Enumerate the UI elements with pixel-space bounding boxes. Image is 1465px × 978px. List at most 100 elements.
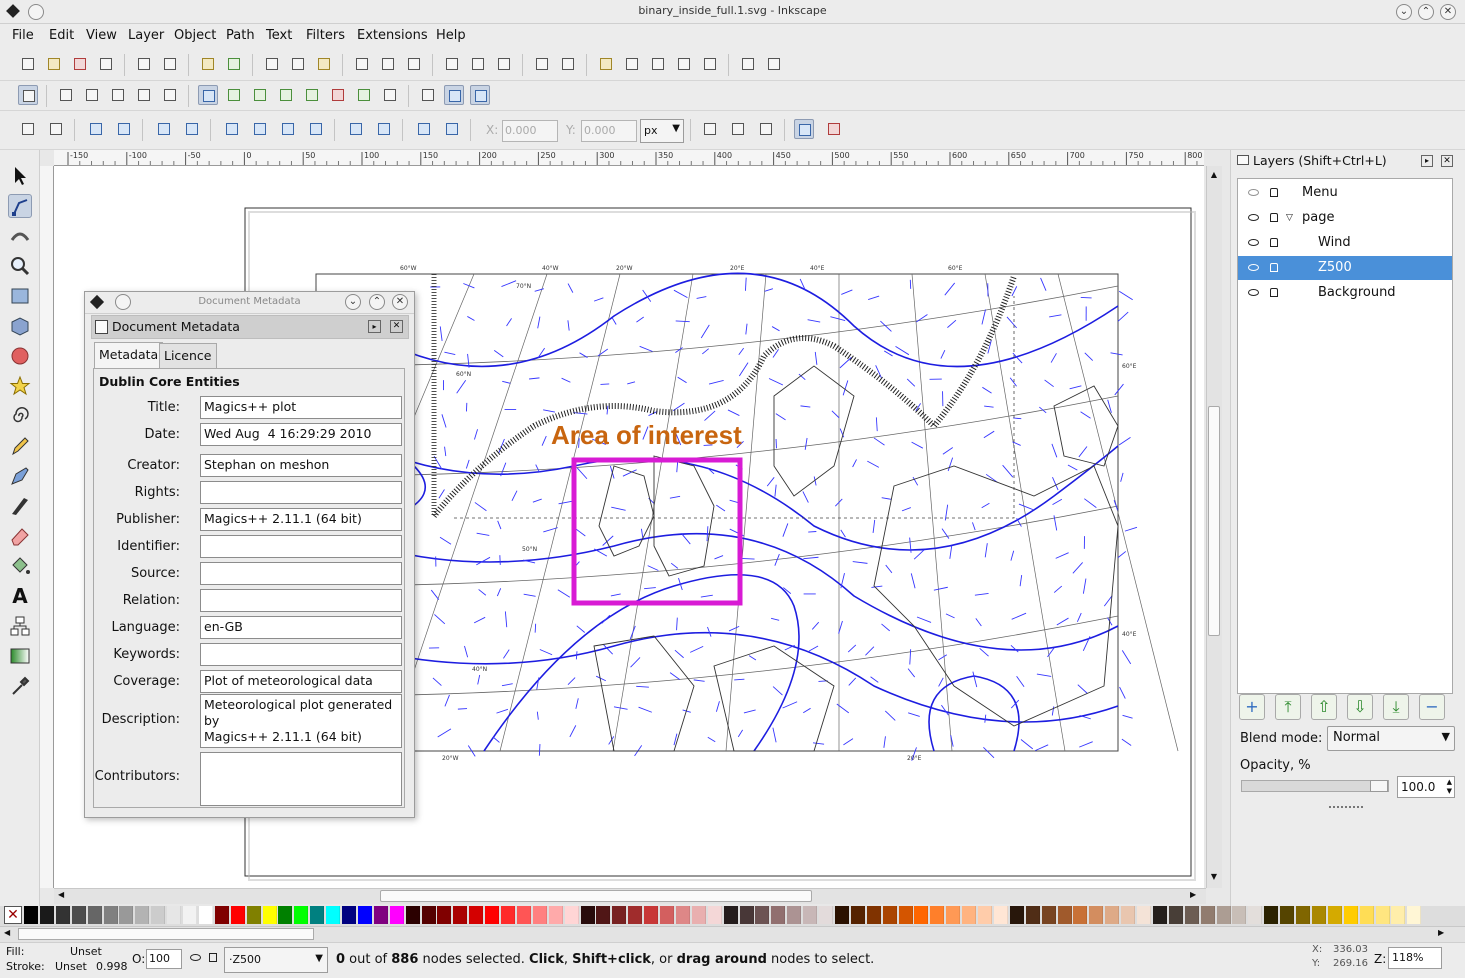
color-swatch[interactable] (1375, 906, 1390, 924)
zoom-selection-icon[interactable] (352, 54, 372, 74)
menu-path[interactable]: Path (226, 28, 255, 43)
color-swatch[interactable] (1359, 906, 1374, 924)
eraser-tool-icon[interactable] (8, 524, 32, 548)
tab-licence[interactable]: Licence (159, 343, 217, 368)
snap-paths-icon[interactable] (224, 85, 244, 105)
color-swatch[interactable] (993, 906, 1008, 924)
paste-icon[interactable] (314, 54, 334, 74)
segment-curve-icon[interactable] (374, 119, 394, 139)
snap-bbox-midpoint-icon[interactable] (134, 85, 154, 105)
paint-bucket-tool-icon[interactable] (8, 554, 32, 578)
print-icon[interactable] (96, 54, 116, 74)
color-swatch[interactable] (644, 906, 659, 924)
snap-object-center-icon[interactable] (354, 85, 374, 105)
color-swatch[interactable] (167, 906, 182, 924)
field-input-6[interactable] (200, 562, 402, 585)
color-swatch[interactable] (803, 906, 818, 924)
color-swatch[interactable] (771, 906, 786, 924)
color-swatch[interactable] (1343, 906, 1358, 924)
color-swatch[interactable] (707, 906, 722, 924)
color-swatch[interactable] (453, 906, 468, 924)
color-swatch[interactable] (1200, 906, 1215, 924)
text-font-icon[interactable] (622, 54, 642, 74)
color-swatch[interactable] (580, 906, 595, 924)
color-swatch[interactable] (24, 906, 38, 924)
palette-scrollbar[interactable]: ◀ ▶ (0, 926, 1465, 942)
opacity-slider-handle[interactable] (1370, 780, 1388, 792)
opacity-input[interactable]: 100.0 ▲ ▼ (1397, 776, 1455, 798)
color-swatch[interactable] (739, 906, 754, 924)
snap-bbox-icon[interactable] (56, 85, 76, 105)
lock-icon[interactable] (1270, 213, 1278, 222)
color-swatch[interactable] (516, 906, 531, 924)
color-swatch[interactable] (978, 906, 992, 924)
menu-extensions[interactable]: Extensions (357, 28, 428, 43)
dropper-tool-icon[interactable] (8, 674, 32, 698)
color-swatch[interactable] (421, 906, 436, 924)
eye-hidden-icon[interactable] (1248, 189, 1259, 196)
color-swatch[interactable] (1296, 906, 1310, 924)
color-swatch[interactable] (1232, 906, 1247, 924)
pencil-tool-icon[interactable] (8, 434, 32, 458)
add-layer-button[interactable]: + (1239, 694, 1265, 720)
snap-bbox-edge-icon[interactable] (82, 85, 102, 105)
field-input-9[interactable] (200, 643, 402, 666)
snap-toggle-icon[interactable] (18, 85, 38, 105)
ungroup-icon[interactable] (558, 54, 578, 74)
color-swatch[interactable] (103, 906, 118, 924)
group-icon[interactable] (532, 54, 552, 74)
color-swatch[interactable] (787, 906, 802, 924)
color-swatch[interactable] (612, 906, 627, 924)
document-metadata-dialog[interactable]: Document Metadata ⌄ ⌃ ✕ Document Metadat… (84, 291, 415, 818)
color-swatch[interactable] (1264, 906, 1279, 924)
color-swatch[interactable] (1391, 906, 1406, 924)
layers-list[interactable]: Menu ▽ page Wind Z500 Background (1237, 178, 1453, 694)
panel-resize-grip[interactable] (1329, 806, 1363, 810)
minimize-button[interactable]: ⌄ (1396, 4, 1412, 20)
x-coord-input[interactable]: 0.000 (502, 120, 558, 142)
edit-clip-path-icon[interactable] (728, 119, 748, 139)
snap-guides-icon[interactable] (470, 85, 490, 105)
color-swatch[interactable] (882, 906, 897, 924)
preferences-icon[interactable] (738, 54, 758, 74)
unlink-clone-icon[interactable] (494, 54, 514, 74)
pen-tool-icon[interactable] (8, 464, 32, 488)
color-swatch[interactable] (294, 906, 309, 924)
color-swatch[interactable] (1248, 906, 1263, 924)
undo-icon[interactable] (198, 54, 218, 74)
color-swatch[interactable] (1184, 906, 1199, 924)
color-swatch[interactable] (660, 906, 674, 924)
color-swatch[interactable] (1073, 906, 1088, 924)
duplicate-icon[interactable] (442, 54, 462, 74)
spiral-tool-icon[interactable] (8, 404, 32, 428)
color-swatch[interactable] (1121, 906, 1136, 924)
show-handles-icon[interactable] (794, 119, 814, 139)
raise-layer-to-top-button[interactable]: ⤒ (1275, 694, 1301, 720)
color-swatch[interactable] (1009, 906, 1024, 924)
vertical-ruler[interactable] (40, 166, 54, 888)
color-swatch[interactable] (278, 906, 293, 924)
snap-bbox-center-icon[interactable] (160, 85, 180, 105)
color-swatch[interactable] (628, 906, 643, 924)
color-swatch[interactable] (39, 906, 54, 924)
color-swatch[interactable] (596, 906, 611, 924)
color-swatch[interactable] (1105, 906, 1120, 924)
color-swatch[interactable] (850, 906, 865, 924)
node-smooth-icon[interactable] (250, 119, 270, 139)
save-icon[interactable] (70, 54, 90, 74)
menu-object[interactable]: Object (174, 28, 216, 43)
tab-metadata[interactable]: Metadata (94, 342, 164, 369)
color-swatch[interactable] (71, 906, 86, 924)
dialog-sticky-icon[interactable] (115, 294, 131, 310)
no-paint-swatch[interactable]: ✕ (4, 906, 22, 924)
palette-scroll-thumb[interactable] (18, 928, 314, 940)
field-input-10[interactable]: Plot of meteorological data (200, 670, 402, 693)
color-swatch[interactable] (834, 906, 849, 924)
current-layer-select[interactable]: ·Z500 ▼ (224, 947, 328, 973)
calligraphy-tool-icon[interactable] (8, 494, 32, 518)
field-input-5[interactable] (200, 535, 402, 558)
color-swatch[interactable] (326, 906, 341, 924)
stroke-to-path-icon[interactable] (442, 119, 462, 139)
dialog-maximize-button[interactable]: ⌃ (369, 294, 385, 310)
snap-cusp-icon[interactable] (276, 85, 296, 105)
